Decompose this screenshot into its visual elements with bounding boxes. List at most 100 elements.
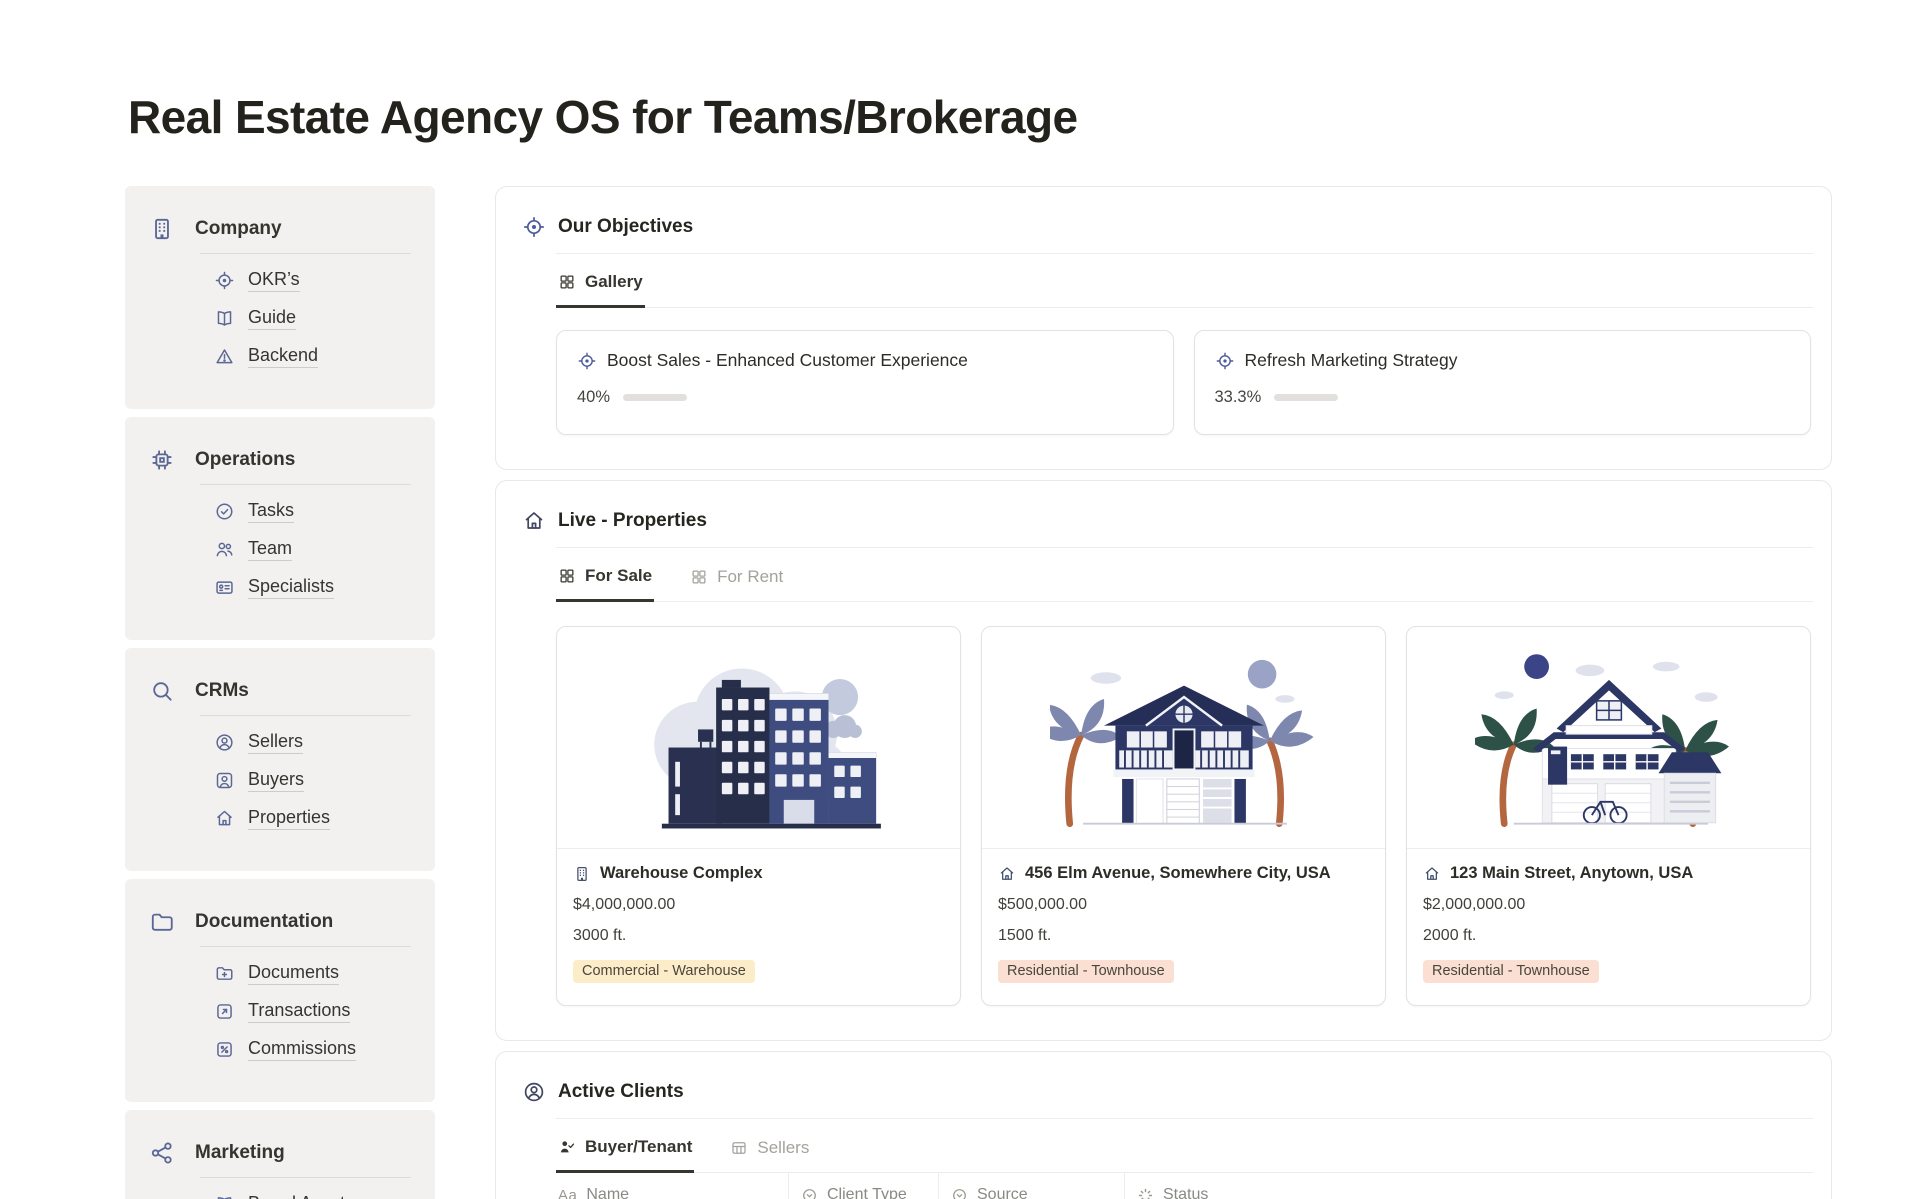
property-card-456-elm-avenue[interactable]: 456 Elm Avenue, Somewhere City, USA $500… bbox=[981, 626, 1386, 1006]
sidebar-item-label: Documents bbox=[248, 962, 339, 985]
tab-label: For Sale bbox=[585, 566, 652, 586]
target-icon bbox=[214, 270, 235, 291]
objective-title: Refresh Marketing Strategy bbox=[1245, 350, 1458, 371]
sidebar-item-label: Team bbox=[248, 538, 292, 561]
sidebar-item-tasks[interactable]: Tasks bbox=[214, 500, 415, 523]
sidebar-item-backend[interactable]: Backend bbox=[214, 345, 415, 368]
divider bbox=[556, 547, 1813, 548]
sidebar-item-sellers[interactable]: Sellers bbox=[214, 731, 415, 754]
sidebar-item-label: Tasks bbox=[248, 500, 294, 523]
objectives-section: Our Objectives Gallery bbox=[495, 186, 1832, 470]
tab-sellers[interactable]: Sellers bbox=[728, 1135, 811, 1172]
person-check-icon bbox=[558, 1138, 576, 1156]
building-icon bbox=[573, 865, 591, 883]
sidebar-item-label: Properties bbox=[248, 807, 330, 830]
section-title: Active Clients bbox=[558, 1081, 684, 1103]
sidebar-item-brand-assets[interactable]: Brand Assets bbox=[214, 1193, 415, 1199]
property-size: 1500 ft. bbox=[998, 927, 1369, 945]
active-clients-section: Active Clients Buyer/Tenant Sellers bbox=[495, 1051, 1832, 1199]
home-icon bbox=[998, 865, 1016, 883]
property-price: $4,000,000.00 bbox=[573, 896, 944, 914]
user-circle-icon bbox=[214, 732, 235, 753]
property-type-badge: Residential - Townhouse bbox=[998, 960, 1174, 983]
property-price: $2,000,000.00 bbox=[1423, 896, 1794, 914]
white-house-illustration bbox=[1407, 627, 1810, 849]
column-header-name[interactable]: Aa Name bbox=[556, 1173, 789, 1199]
section-header: Company bbox=[147, 216, 415, 242]
property-name: 123 Main Street, Anytown, USA bbox=[1450, 864, 1693, 883]
divider bbox=[200, 946, 411, 947]
column-label: Client Type bbox=[827, 1186, 907, 1199]
property-name: 456 Elm Avenue, Somewhere City, USA bbox=[1025, 864, 1331, 883]
sidebar-item-label: Transactions bbox=[248, 1000, 350, 1023]
sidebar-item-okrs[interactable]: OKR’s bbox=[214, 269, 415, 292]
sidebar-item-transactions[interactable]: Transactions bbox=[214, 1000, 415, 1023]
sidebar-item-commissions[interactable]: Commissions bbox=[214, 1038, 415, 1061]
sidebar-item-team[interactable]: Team bbox=[214, 538, 415, 561]
grid-icon bbox=[690, 568, 708, 586]
sidebar-item-label: Guide bbox=[248, 307, 296, 330]
text-icon: Aa bbox=[558, 1187, 577, 1199]
notion-page: Real Estate Agency OS for Teams/Brokerag… bbox=[0, 90, 1920, 1199]
city-buildings-illustration bbox=[557, 627, 960, 849]
check-circle-icon bbox=[214, 501, 235, 522]
section-title: Company bbox=[195, 218, 282, 240]
objectives-tab-bar: Gallery bbox=[556, 270, 1813, 308]
tab-for-rent[interactable]: For Rent bbox=[688, 564, 785, 601]
clients-table-header: Aa Name Client Type Source bbox=[556, 1173, 1813, 1199]
sidebar-item-documents[interactable]: Documents bbox=[214, 962, 415, 985]
share-icon bbox=[149, 1140, 175, 1166]
column-header-source[interactable]: Source bbox=[939, 1173, 1125, 1199]
user-circle-icon bbox=[522, 1080, 546, 1104]
section-header: Documentation bbox=[147, 909, 415, 935]
divider bbox=[556, 253, 1813, 254]
table-icon bbox=[730, 1139, 748, 1157]
column-label: Status bbox=[1163, 1186, 1208, 1199]
divider bbox=[200, 253, 411, 254]
property-size: 2000 ft. bbox=[1423, 927, 1794, 945]
divider bbox=[200, 1177, 411, 1178]
search-icon bbox=[149, 678, 175, 704]
progress-bar bbox=[623, 394, 687, 401]
column-header-client-type[interactable]: Client Type bbox=[789, 1173, 939, 1199]
objective-card-refresh-marketing[interactable]: Refresh Marketing Strategy 33.3% bbox=[1194, 330, 1812, 435]
warning-icon bbox=[214, 346, 235, 367]
status-icon bbox=[1137, 1187, 1154, 1199]
property-card-123-main-street[interactable]: 123 Main Street, Anytown, USA $2,000,000… bbox=[1406, 626, 1811, 1006]
sidebar-item-properties[interactable]: Properties bbox=[214, 807, 415, 830]
sidebar-section-marketing: Marketing Brand Assets bbox=[125, 1110, 435, 1199]
sidebar-item-buyers[interactable]: Buyers bbox=[214, 769, 415, 792]
divider bbox=[200, 484, 411, 485]
sidebar-item-label: Commissions bbox=[248, 1038, 356, 1061]
property-type-badge: Residential - Townhouse bbox=[1423, 960, 1599, 983]
home-icon bbox=[522, 509, 546, 533]
sidebar-item-specialists[interactable]: Specialists bbox=[214, 576, 415, 599]
section-header: Marketing bbox=[147, 1140, 415, 1166]
sidebar-item-label: Buyers bbox=[248, 769, 304, 792]
section-title: CRMs bbox=[195, 680, 249, 702]
properties-tab-bar: For Sale For Rent bbox=[556, 564, 1813, 602]
arrow-square-icon bbox=[214, 1001, 235, 1022]
main-content: Our Objectives Gallery bbox=[495, 186, 1832, 1199]
tab-gallery[interactable]: Gallery bbox=[556, 270, 645, 308]
column-header-status[interactable]: Status bbox=[1125, 1173, 1813, 1199]
property-card-warehouse-complex[interactable]: Warehouse Complex $4,000,000.00 3000 ft.… bbox=[556, 626, 961, 1006]
folder-plus-icon bbox=[214, 963, 235, 984]
home-icon bbox=[214, 808, 235, 829]
objective-card-boost-sales[interactable]: Boost Sales - Enhanced Customer Experien… bbox=[556, 330, 1174, 435]
sidebar-section-crms: CRMs Sellers Buyers Properties bbox=[125, 648, 435, 871]
divider bbox=[200, 715, 411, 716]
percent-square-icon bbox=[214, 1039, 235, 1060]
sidebar-item-label: Brand Assets bbox=[248, 1193, 354, 1199]
book-open-icon bbox=[214, 308, 235, 329]
property-size: 3000 ft. bbox=[573, 927, 944, 945]
grid-icon bbox=[558, 567, 576, 585]
sidebar-item-guide[interactable]: Guide bbox=[214, 307, 415, 330]
tab-for-sale[interactable]: For Sale bbox=[556, 564, 654, 602]
objective-title: Boost Sales - Enhanced Customer Experien… bbox=[607, 350, 968, 371]
tab-label: Gallery bbox=[585, 272, 643, 292]
book-open-icon bbox=[214, 1194, 235, 1199]
section-title: Live - Properties bbox=[558, 510, 707, 532]
tab-buyer-tenant[interactable]: Buyer/Tenant bbox=[556, 1135, 694, 1173]
section-header: Operations bbox=[147, 447, 415, 473]
